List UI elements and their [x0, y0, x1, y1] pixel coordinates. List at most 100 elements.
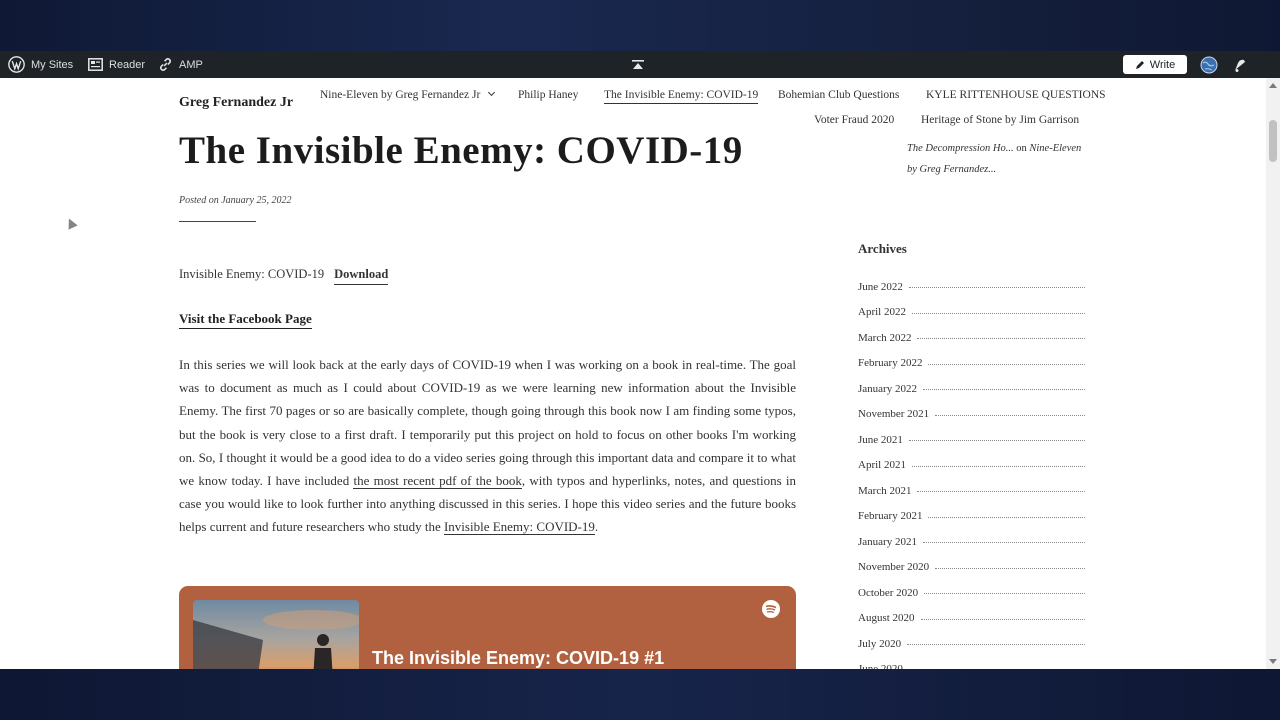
reader-label: Reader: [109, 58, 146, 71]
post-title: The Invisible Enemy: COVID-19: [179, 129, 743, 172]
bell-icon: [1235, 59, 1245, 72]
archive-item[interactable]: March 2021: [858, 478, 1085, 504]
nav-item-bohemian-club[interactable]: Bohemian Club Questions: [778, 89, 899, 101]
pdf-link[interactable]: the most recent pdf of the book: [353, 473, 522, 490]
leader-dots: [917, 338, 1085, 340]
body-text-1: In this series we will look back at the …: [179, 357, 796, 489]
spotify-logo-icon[interactable]: [762, 600, 780, 618]
leader-dots: [922, 542, 1085, 544]
archive-item[interactable]: June 2022: [858, 274, 1085, 300]
nav-item-philip-haney[interactable]: Philip Haney: [518, 89, 578, 101]
archive-item[interactable]: October 2020: [858, 580, 1085, 606]
reader-menu[interactable]: Reader: [88, 51, 145, 78]
desktop-bottom-band: [0, 669, 1280, 720]
recent-comment: The Decompression Ho... on Nine-Eleven b…: [907, 138, 1087, 180]
leader-dots: [907, 644, 1085, 646]
leader-dots: [908, 440, 1085, 442]
notifications-menu[interactable]: [1232, 51, 1248, 78]
nav-item-label: Nine-Eleven by Greg Fernandez Jr: [320, 89, 481, 101]
leader-dots: [935, 414, 1085, 416]
nav-item-kyle-rittenhouse[interactable]: KYLE RITTENHOUSE QUESTIONS: [926, 89, 1106, 101]
archive-item[interactable]: April 2022: [858, 300, 1085, 326]
file-name-link[interactable]: Invisible Enemy: COVID-19: [179, 267, 324, 285]
scrollbar[interactable]: [1266, 78, 1280, 669]
leader-dots: [908, 287, 1085, 289]
archive-item[interactable]: November 2020: [858, 555, 1085, 581]
leader-dots: [917, 491, 1085, 493]
chevron-down-icon: [488, 88, 496, 97]
archives-list: June 2022 April 2022 March 2022 February 20…: [858, 274, 1085, 669]
leader-dots: [928, 363, 1085, 365]
file-download-block: Invisible Enemy: COVID-19 Download: [179, 267, 389, 285]
archive-item[interactable]: June 2020: [858, 657, 1085, 669]
amp-label: AMP: [179, 58, 203, 71]
archive-link[interactable]: November 2021: [858, 408, 929, 420]
pen-icon: [1135, 60, 1144, 69]
divider: [179, 221, 256, 222]
link-icon: [160, 58, 171, 71]
nav-item-heritage-of-stone[interactable]: Heritage of Stone by Jim Garrison: [921, 114, 1079, 126]
leader-dots: [924, 593, 1085, 595]
archive-link[interactable]: June 2021: [858, 434, 903, 446]
facebook-page-link[interactable]: Visit the Facebook Page: [179, 311, 312, 329]
archive-link[interactable]: March 2022: [858, 332, 911, 344]
leader-dots: [920, 618, 1085, 620]
write-button[interactable]: Write: [1123, 55, 1187, 74]
episode-title: The Invisible Enemy: COVID-19 #1: [372, 648, 665, 668]
desktop-top-band: [0, 0, 1280, 51]
leader-dots: [911, 312, 1085, 314]
scrollbar-thumb[interactable]: [1269, 120, 1277, 162]
archive-item[interactable]: November 2021: [858, 402, 1085, 428]
archive-item[interactable]: July 2020: [858, 631, 1085, 657]
reader-icon: [88, 58, 103, 71]
avatar-globe-icon: [1200, 56, 1218, 73]
archive-link[interactable]: January 2022: [858, 383, 917, 395]
archive-link[interactable]: June 2022: [858, 281, 903, 293]
archive-item[interactable]: June 2021: [858, 427, 1085, 453]
leader-dots: [935, 567, 1085, 569]
archive-link[interactable]: March 2021: [858, 485, 911, 497]
archive-item[interactable]: January 2021: [858, 529, 1085, 555]
download-button[interactable]: Download: [334, 267, 389, 285]
site-title[interactable]: Greg Fernandez Jr: [179, 94, 299, 112]
archive-item[interactable]: February 2021: [858, 504, 1085, 530]
nav-item-voter-fraud[interactable]: Voter Fraud 2020: [814, 114, 894, 126]
comment-author-link[interactable]: The Decompression Ho...: [907, 143, 1014, 154]
nav-item-invisible-enemy[interactable]: The Invisible Enemy: COVID-19: [604, 89, 759, 104]
comment-on-text: on: [1016, 143, 1027, 154]
leader-dots: [911, 465, 1085, 467]
my-sites-menu[interactable]: My Sites: [8, 51, 73, 78]
archive-link[interactable]: April 2021: [858, 459, 906, 471]
archive-item[interactable]: August 2020: [858, 606, 1085, 632]
post-date: Posted on January 25, 2022: [179, 195, 292, 206]
wordpress-logo-icon: [8, 56, 25, 73]
my-sites-label: My Sites: [31, 58, 74, 71]
profile-menu[interactable]: [1200, 51, 1218, 78]
amp-menu[interactable]: AMP: [158, 51, 203, 78]
archive-link[interactable]: January 2021: [858, 536, 917, 548]
archive-link[interactable]: February 2022: [858, 357, 922, 369]
leader-dots: [928, 516, 1085, 518]
archive-link[interactable]: April 2022: [858, 306, 906, 318]
archive-link[interactable]: February 2021: [858, 510, 922, 522]
arrow-up-bar-icon: [632, 59, 644, 69]
post-body: In this series we will look back at the …: [179, 353, 796, 539]
archive-link[interactable]: August 2020: [858, 612, 915, 624]
archive-link[interactable]: November 2020: [858, 561, 929, 573]
archives-heading: Archives: [858, 241, 907, 256]
archive-item[interactable]: February 2022: [858, 351, 1085, 377]
archive-item[interactable]: January 2022: [858, 376, 1085, 402]
leader-dots: [922, 389, 1085, 391]
archive-link[interactable]: October 2020: [858, 587, 918, 599]
nav-item-nine-eleven[interactable]: Nine-Eleven by Greg Fernandez Jr: [320, 88, 496, 101]
admin-bar: My Sites Reader AMP Write: [0, 51, 1280, 78]
invisible-enemy-link[interactable]: Invisible Enemy: COVID-19: [443, 519, 595, 536]
archive-item[interactable]: March 2022: [858, 325, 1085, 351]
spotify-embed[interactable]: The Invisible Enemy: COVID-19 #1: [179, 586, 796, 669]
scroll-down-icon[interactable]: [1269, 659, 1277, 664]
collapse-toolbar-button[interactable]: [632, 51, 644, 78]
archive-link[interactable]: July 2020: [858, 638, 901, 650]
scroll-up-icon[interactable]: [1269, 83, 1277, 88]
archive-item[interactable]: April 2021: [858, 453, 1085, 479]
write-label: Write: [1149, 58, 1176, 71]
